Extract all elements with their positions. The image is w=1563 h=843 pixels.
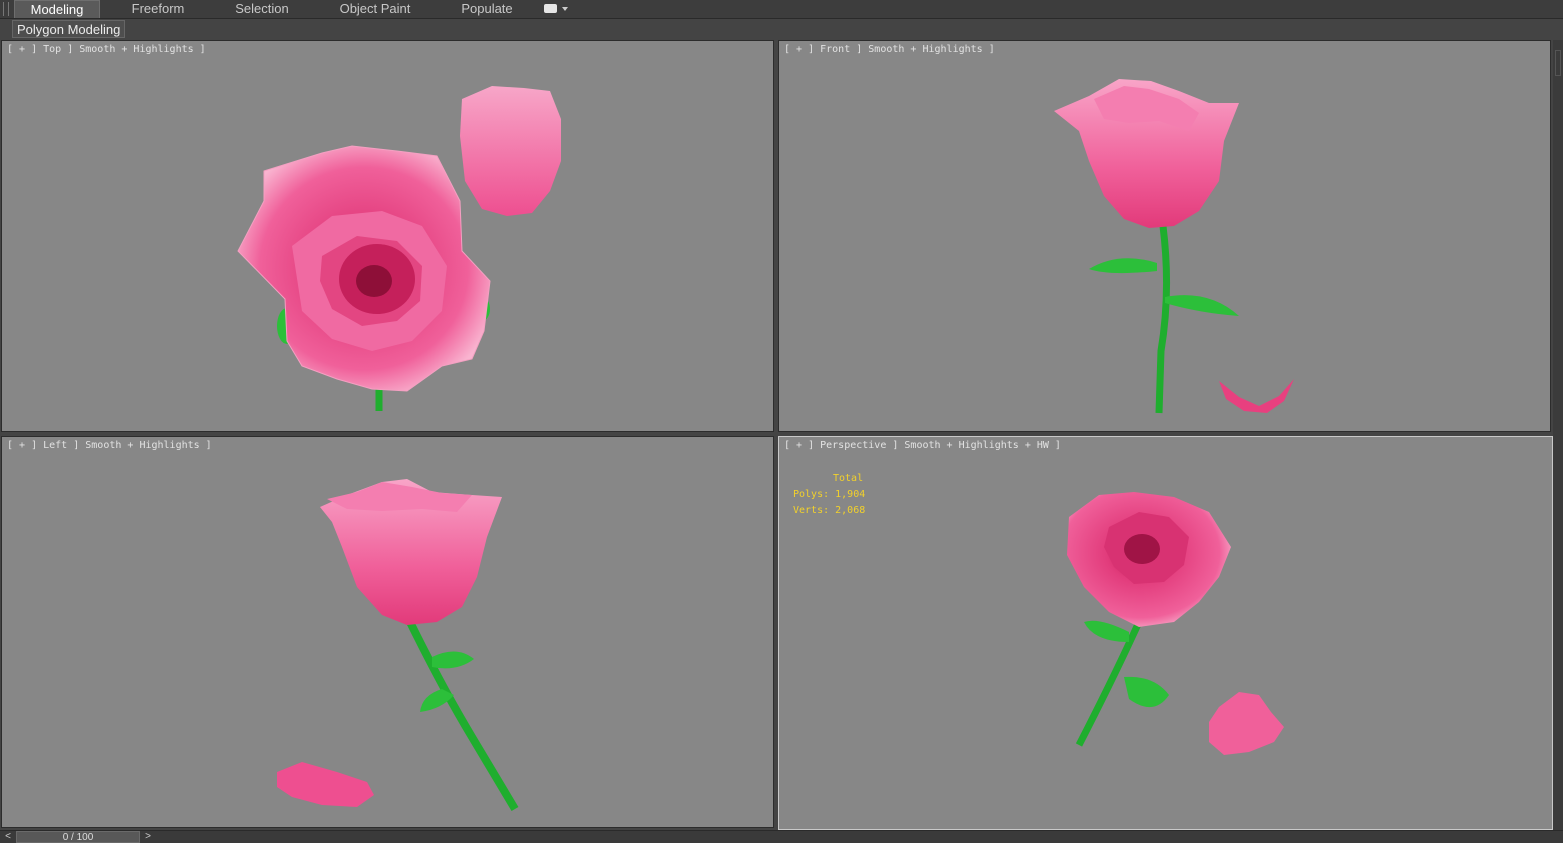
ribbon-grip[interactable] [3,2,9,16]
command-panel-handle[interactable] [1555,50,1561,76]
tab-selection[interactable]: Selection [222,0,302,18]
ribbon-options-icon[interactable] [544,3,568,15]
chevron-down-icon [562,7,568,11]
rose-left-render [277,479,519,812]
tab-freeform[interactable]: Freeform [118,0,198,18]
rose-perspective-render [1067,492,1284,755]
tab-object-paint[interactable]: Object Paint [330,0,420,18]
command-panel-edge [1553,40,1563,830]
ribbon-tab-bar: Modeling Freeform Selection Object Paint… [0,0,1563,19]
time-next-button[interactable]: > [141,831,155,843]
ribbon-panel-bar: Polygon Modeling [0,19,1563,39]
rose-front-render [1054,79,1294,414]
viewport-top[interactable]: [ + ] Top ] Smooth + Highlights ] [1,40,774,432]
viewport-front[interactable]: [ + ] Front ] Smooth + Highlights ] [778,40,1551,432]
time-slider-bar: < 0 / 100 > [0,830,1563,843]
time-prev-button[interactable]: < [1,831,15,843]
viewport-perspective[interactable]: [ + ] Perspective ] Smooth + Highlights … [778,436,1553,830]
time-slider[interactable]: 0 / 100 [16,831,140,843]
tab-populate[interactable]: Populate [450,0,524,18]
rose-top-render [237,86,561,411]
tab-modeling[interactable]: Modeling [14,0,100,18]
viewport-left[interactable]: [ + ] Left ] Smooth + Highlights ] [1,436,774,828]
polygon-modeling-button[interactable]: Polygon Modeling [12,20,126,38]
ribbon-options-box-icon [544,4,557,13]
